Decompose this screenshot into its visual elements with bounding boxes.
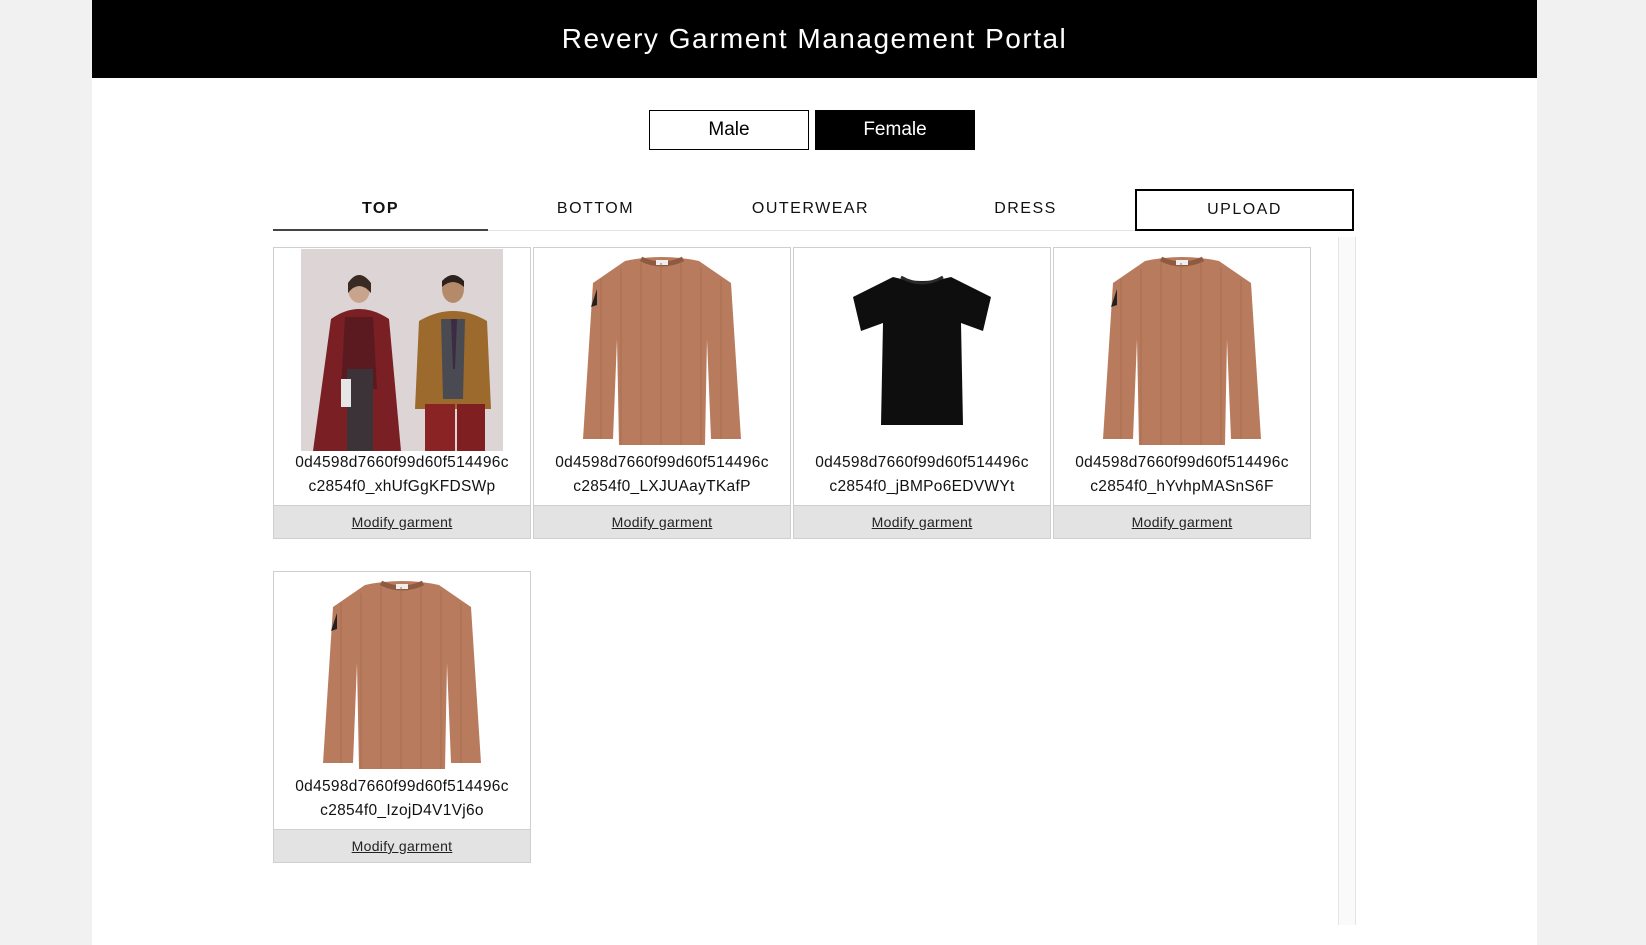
garment-id-line1: 0d4598d7660f99d60f514496c: [555, 454, 769, 471]
garment-id-line1: 0d4598d7660f99d60f514496c: [815, 454, 1029, 471]
garment-id-line2: c2854f0_hYvhpMASnS6F: [1090, 478, 1274, 495]
gender-toggle: Male Female: [649, 110, 975, 150]
modify-garment-link[interactable]: Modify garment: [794, 505, 1050, 538]
female-button[interactable]: Female: [815, 110, 975, 150]
garment-id-line1: 0d4598d7660f99d60f514496c: [295, 454, 509, 471]
garment-image: [821, 249, 1023, 451]
modify-garment-link[interactable]: Modify garment: [534, 505, 790, 538]
portal-header: Revery Garment Management Portal: [92, 0, 1537, 78]
garment-id-line2: c2854f0_jBMPo6EDVWYt: [829, 478, 1015, 495]
garment-id: 0d4598d7660f99d60f514496c c2854f0_IzojD4…: [274, 775, 530, 823]
garment-id: 0d4598d7660f99d60f514496c c2854f0_LXJUAa…: [534, 451, 790, 499]
male-button[interactable]: Male: [649, 110, 809, 150]
garment-id-line2: c2854f0_xhUfGgKFDSWp: [308, 478, 496, 495]
garment-id-line2: c2854f0_IzojD4V1Vj6o: [320, 802, 484, 819]
garment-id-line1: 0d4598d7660f99d60f514496c: [295, 778, 509, 795]
modify-garment-link[interactable]: Modify garment: [1054, 505, 1310, 538]
garment-card: 0d4598d7660f99d60f514496c c2854f0_xhUfGg…: [273, 247, 531, 539]
garment-id: 0d4598d7660f99d60f514496c c2854f0_hYvhpM…: [1054, 451, 1310, 499]
garment-card: 0d4598d7660f99d60f514496c c2854f0_hYvhpM…: [1053, 247, 1311, 539]
modify-garment-link[interactable]: Modify garment: [274, 829, 530, 862]
tab-top[interactable]: TOP: [273, 188, 488, 231]
tab-outerwear[interactable]: OUTERWEAR: [703, 188, 918, 230]
garment-card: 0d4598d7660f99d60f514496c c2854f0_jBMPo6…: [793, 247, 1051, 539]
tab-dress[interactable]: DRESS: [918, 188, 1133, 230]
garment-image: [301, 249, 503, 451]
page-title: Revery Garment Management Portal: [561, 23, 1068, 54]
garment-image: [1081, 249, 1283, 451]
garment-card: 0d4598d7660f99d60f514496c c2854f0_IzojD4…: [273, 571, 531, 863]
upload-button[interactable]: UPLOAD: [1135, 189, 1354, 231]
garment-id: 0d4598d7660f99d60f514496c c2854f0_jBMPo6…: [794, 451, 1050, 499]
page: Revery Garment Management Portal Male Fe…: [92, 0, 1537, 945]
garment-card: 0d4598d7660f99d60f514496c c2854f0_LXJUAa…: [533, 247, 791, 539]
garment-id: 0d4598d7660f99d60f514496c c2854f0_xhUfGg…: [274, 451, 530, 499]
grid-scrollbar[interactable]: [1338, 237, 1356, 925]
garment-image: [301, 573, 503, 775]
tab-bottom[interactable]: BOTTOM: [488, 188, 703, 230]
garment-id-line2: c2854f0_LXJUAayTKafP: [573, 478, 751, 495]
modify-garment-link[interactable]: Modify garment: [274, 505, 530, 538]
garment-image: [561, 249, 763, 451]
garment-grid: 0d4598d7660f99d60f514496c c2854f0_xhUfGg…: [273, 247, 1333, 863]
garment-id-line1: 0d4598d7660f99d60f514496c: [1075, 454, 1289, 471]
